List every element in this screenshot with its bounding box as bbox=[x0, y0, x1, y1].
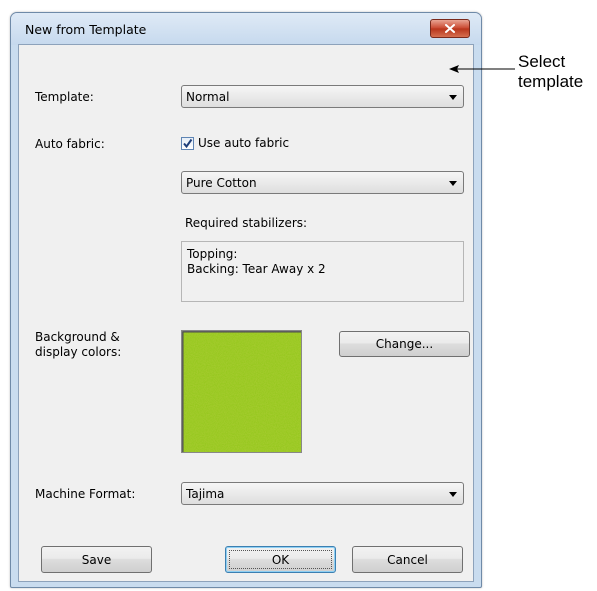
machine-format-label: Machine Format: bbox=[35, 487, 136, 501]
new-from-template-dialog: New from Template Template: Normal Auto … bbox=[10, 12, 482, 588]
stabilizers-box: Topping: Backing: Tear Away x 2 bbox=[181, 241, 464, 302]
required-stabilizers-heading: Required stabilizers: bbox=[185, 216, 308, 230]
close-button[interactable] bbox=[430, 19, 470, 38]
template-select[interactable]: Normal bbox=[181, 85, 464, 108]
background-color-swatch[interactable] bbox=[181, 330, 302, 453]
background-label-line1: Background & bbox=[35, 330, 120, 344]
chevron-down-icon bbox=[449, 95, 457, 100]
machine-format-select-value: Tajima bbox=[186, 487, 225, 501]
background-label: Background & display colors: bbox=[35, 330, 155, 360]
ok-button[interactable]: OK bbox=[225, 546, 336, 573]
auto-fabric-label: Auto fabric: bbox=[35, 137, 105, 151]
window-title: New from Template bbox=[25, 22, 147, 37]
callout-text: Select template bbox=[518, 52, 583, 92]
use-auto-fabric-label[interactable]: Use auto fabric bbox=[198, 136, 289, 150]
use-auto-fabric-checkbox-row[interactable]: Use auto fabric bbox=[181, 136, 289, 150]
template-select-value: Normal bbox=[186, 90, 230, 104]
machine-format-select[interactable]: Tajima bbox=[181, 482, 464, 505]
close-icon bbox=[445, 24, 455, 33]
chevron-down-icon bbox=[449, 492, 457, 497]
template-label: Template: bbox=[35, 90, 94, 104]
check-icon bbox=[183, 138, 193, 148]
callout-arrow bbox=[449, 65, 515, 73]
dialog-body: Template: Normal Auto fabric: Use auto f… bbox=[18, 44, 474, 582]
save-button[interactable]: Save bbox=[41, 546, 152, 573]
fabric-select-value: Pure Cotton bbox=[186, 176, 257, 190]
fabric-texture bbox=[182, 331, 301, 452]
chevron-down-icon bbox=[449, 181, 457, 186]
fabric-select[interactable]: Pure Cotton bbox=[181, 171, 464, 194]
change-background-button[interactable]: Change... bbox=[339, 331, 470, 357]
focus-rectangle bbox=[229, 550, 332, 569]
stabilizer-backing: Backing: Tear Away x 2 bbox=[187, 262, 326, 276]
use-auto-fabric-checkbox[interactable] bbox=[181, 136, 194, 150]
callout-line2: template bbox=[518, 72, 584, 91]
stabilizer-topping: Topping: bbox=[187, 247, 238, 261]
title-bar[interactable]: New from Template bbox=[11, 13, 481, 45]
callout-line1: Select bbox=[518, 52, 566, 71]
cancel-button[interactable]: Cancel bbox=[352, 546, 463, 573]
background-label-line2: display colors: bbox=[35, 345, 122, 359]
